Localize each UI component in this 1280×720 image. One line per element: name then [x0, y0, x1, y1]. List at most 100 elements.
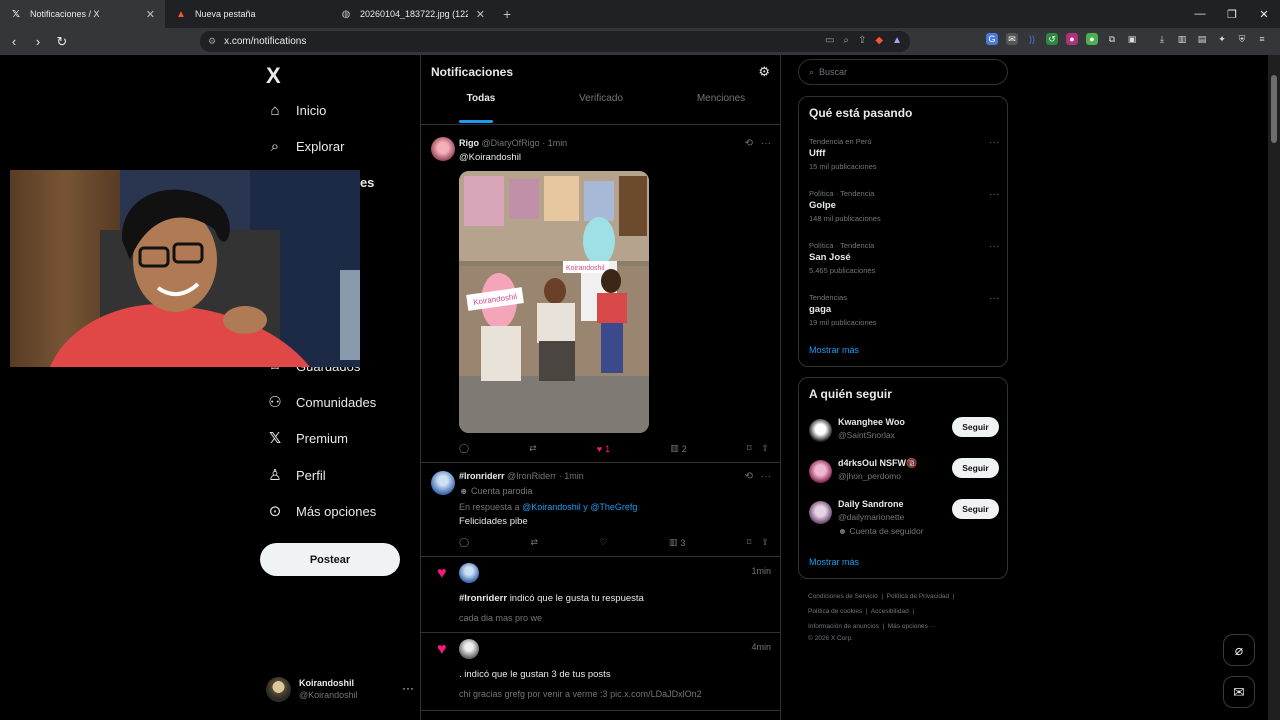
audio-extension-icon[interactable]: )) [1026, 33, 1038, 45]
reply-mention-link[interactable]: @TheGrefg [590, 502, 637, 512]
avatar[interactable] [431, 471, 455, 495]
footer-link[interactable]: Más opciones ··· [888, 623, 936, 630]
more-icon[interactable]: ··· [989, 189, 999, 200]
grok-fab-icon[interactable]: ⌀ [1223, 634, 1255, 666]
vpn-icon[interactable]: ⛨ [1236, 33, 1248, 45]
tab-all[interactable]: Todas [421, 93, 541, 123]
footer-link[interactable]: Accesibilidad [871, 608, 909, 615]
mention-link[interactable]: @Koirandoshil [459, 152, 521, 163]
settings-icon[interactable]: ⚙ [758, 64, 770, 80]
author-name[interactable]: #Ironriderr [459, 471, 505, 481]
scrollbar-thumb[interactable] [1271, 75, 1277, 143]
grok-icon[interactable]: ⟲ [745, 138, 753, 149]
bookmark-icon[interactable]: ⌑ [747, 443, 752, 454]
trend-item[interactable]: Política · Tendencia Golpe 148 mil publi… [809, 189, 999, 223]
author-name[interactable]: Rigo [459, 138, 479, 148]
search-input[interactable]: ⌕ Buscar [798, 59, 1008, 85]
cast-icon[interactable]: ▭ [825, 35, 834, 46]
follow-suggestion[interactable]: Kwanghee Woo @SaintSnorlax Seguir [809, 417, 999, 447]
menu-icon[interactable]: ≡ [1256, 33, 1268, 45]
retweet-icon[interactable]: ⇄ [529, 443, 537, 454]
follow-suggestion[interactable]: d4rksOul NSFW🔞 @jhon_perdomo Seguir [809, 458, 999, 488]
reply-icon[interactable]: ◯ [459, 443, 469, 454]
account-switcher[interactable]: Koirandoshil @Koirandoshil ··· [266, 673, 414, 705]
x-logo-icon[interactable]: X [266, 63, 281, 89]
author-handle[interactable]: @DiaryOfRigo [482, 138, 540, 148]
bookmark-button[interactable]: ⌑ ⇪ [747, 537, 769, 548]
tab-mentions[interactable]: Menciones [661, 93, 781, 123]
messages-fab-icon[interactable]: ✉ [1223, 676, 1255, 708]
avatar[interactable] [431, 137, 455, 161]
reply-icon[interactable]: ◯ [459, 537, 469, 548]
mention-tweet[interactable]: Rigo @DiaryOfRigo · 1min ⟲ ··· @Koirando… [421, 125, 781, 463]
footer-link[interactable]: Política de cookies [808, 608, 862, 615]
address-bar[interactable]: ⚙ x.com/notifications ▭ ⌕ ⇪ ◆ ▲ [200, 31, 910, 52]
brave-rewards-icon[interactable]: ▲ [892, 35, 902, 46]
post-button[interactable]: Postear [260, 543, 400, 576]
nav-item-explore[interactable]: ⌕ Explorar [266, 137, 345, 155]
tweet-time[interactable]: · 1min [542, 138, 567, 148]
grok-icon[interactable]: ⟲ [745, 471, 753, 482]
avatar[interactable] [809, 460, 832, 483]
mail-extension-icon[interactable]: ✉ [1006, 33, 1018, 45]
follow-suggestion[interactable]: Daily Sandrone @dailymarionette ☻ Cuenta… [809, 499, 999, 536]
show-more-trends-link[interactable]: Mostrar más [809, 345, 859, 355]
site-info-icon[interactable]: ⚙ [208, 36, 216, 47]
more-icon[interactable]: ··· [761, 138, 771, 149]
screenshot-extension-icon[interactable]: ▣ [1126, 33, 1138, 45]
like-notification[interactable]: ♥ 1min #Ironriderr indicó que le gusta t… [421, 557, 781, 633]
follow-button[interactable]: Seguir [952, 499, 999, 519]
more-icon[interactable]: ··· [761, 471, 771, 482]
lime-extension-icon[interactable]: ● [1086, 33, 1098, 45]
scrollbar[interactable] [1268, 55, 1280, 720]
close-tab-icon[interactable]: ✕ [146, 8, 155, 21]
views-button[interactable]: ▥ 3 [669, 537, 686, 548]
trend-item[interactable]: Política · Tendencia San José 5.465 publ… [809, 241, 999, 275]
tab-verified[interactable]: Verificado [541, 93, 661, 123]
avatar[interactable] [809, 419, 832, 442]
views-button[interactable]: ▥ 2 [670, 443, 687, 454]
browser-tab-new[interactable]: ▲ Nueva pestaña [165, 0, 330, 28]
sidebar-icon[interactable]: ▥ [1176, 33, 1188, 45]
like-icon[interactable]: ♡ [599, 537, 607, 548]
retweet-icon[interactable]: ⇄ [530, 537, 538, 548]
suggestion-name[interactable]: d4rksOul NSFW🔞 [838, 458, 917, 469]
brave-shields-icon[interactable]: ◆ [875, 35, 883, 46]
bookmark-icon[interactable]: ⌑ [747, 537, 752, 548]
follow-button[interactable]: Seguir [952, 417, 999, 437]
nav-item-more[interactable]: ⊙ Más opciones [266, 502, 377, 520]
more-icon[interactable]: ··· [989, 293, 999, 304]
share-icon[interactable]: ⇪ [761, 537, 769, 548]
reply-mention-link[interactable]: @Koirandoshil [522, 502, 581, 512]
new-tab-icon[interactable]: + [495, 0, 519, 28]
close-tab-icon[interactable]: ✕ [476, 8, 485, 21]
suggestion-name[interactable]: Daily Sandrone [838, 499, 904, 509]
zoom-icon[interactable]: ⌕ [843, 35, 849, 46]
maximize-icon[interactable]: ❐ [1216, 0, 1248, 28]
more-icon[interactable]: ··· [989, 241, 999, 252]
more-icon[interactable]: ··· [402, 681, 414, 695]
like-button[interactable]: ♥ 1 [597, 443, 610, 454]
nav-item-home[interactable]: ⌂ Inicio [266, 101, 326, 119]
footer-link[interactable]: Política de Privacidad [887, 593, 950, 600]
trend-item[interactable]: Tendencias gaga 19 mil publicaciones ··· [809, 293, 999, 327]
close-window-icon[interactable]: ✕ [1248, 0, 1280, 28]
puzzle-extension-icon[interactable]: ⧉ [1106, 33, 1118, 45]
translate-extension-icon[interactable]: G [986, 33, 998, 45]
avatar[interactable] [459, 639, 479, 659]
footer-link[interactable]: Condiciones de Servicio [808, 593, 878, 600]
show-more-follow-link[interactable]: Mostrar más [809, 557, 859, 567]
follow-button[interactable]: Seguir [952, 458, 999, 478]
author-handle[interactable]: @IronRiderr [507, 471, 556, 481]
share-icon[interactable]: ⇪ [761, 443, 769, 454]
share-icon[interactable]: ⇪ [858, 35, 866, 46]
trend-item[interactable]: Tendencia en Perú Ufff 15 mil publicacio… [809, 137, 999, 171]
nav-item-profile[interactable]: ♙ Perfil [266, 466, 325, 484]
avatar[interactable] [459, 563, 479, 583]
download-icon[interactable]: ⤓ [1156, 33, 1168, 45]
reload-icon[interactable]: ↻ [52, 32, 72, 52]
like-notification[interactable]: ♥ 4min . indicó que le gustan 3 de tus p… [421, 633, 781, 711]
suggestion-name[interactable]: Kwanghee Woo [838, 417, 905, 427]
browser-tab-notifications[interactable]: 𝕏 Notificaciones / X ✕ [0, 0, 165, 28]
reply-tweet[interactable]: #Ironriderr @IronRiderr · 1min ⟲ ··· ☻ C… [421, 463, 781, 557]
